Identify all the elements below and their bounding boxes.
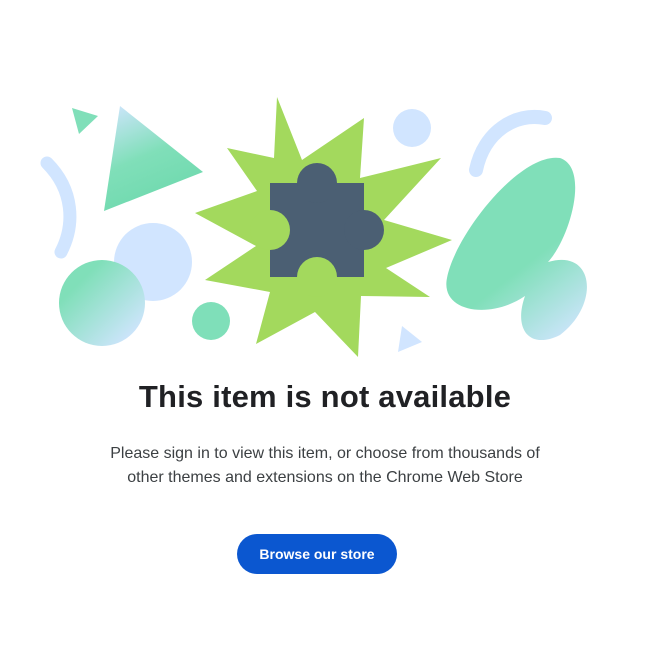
right-arc-shape [469,110,552,177]
message-line-1: Please sign in to view this item, or cho… [110,445,540,462]
unavailable-message: Please sign in to view this item, or cho… [75,442,575,490]
page-title: This item is not available [138,379,512,414]
top-right-circle-shape [393,109,431,147]
browse-store-button[interactable]: Browse our store [237,534,397,574]
large-triangle-shape [104,106,203,211]
decorative-illustration [40,97,587,357]
blob-shape [446,157,587,341]
message-line-2: other themes and extensions on the Chrom… [127,469,523,486]
puzzle-piece-icon [250,163,384,297]
mint-dot-shape [192,302,230,340]
gradient-circle-shape [59,260,145,346]
small-blue-triangle-shape [398,326,422,352]
unavailable-item-page: This item is not available Please sign i… [0,0,650,650]
left-arc-shape [40,156,77,259]
small-triangle-shape [72,108,98,134]
